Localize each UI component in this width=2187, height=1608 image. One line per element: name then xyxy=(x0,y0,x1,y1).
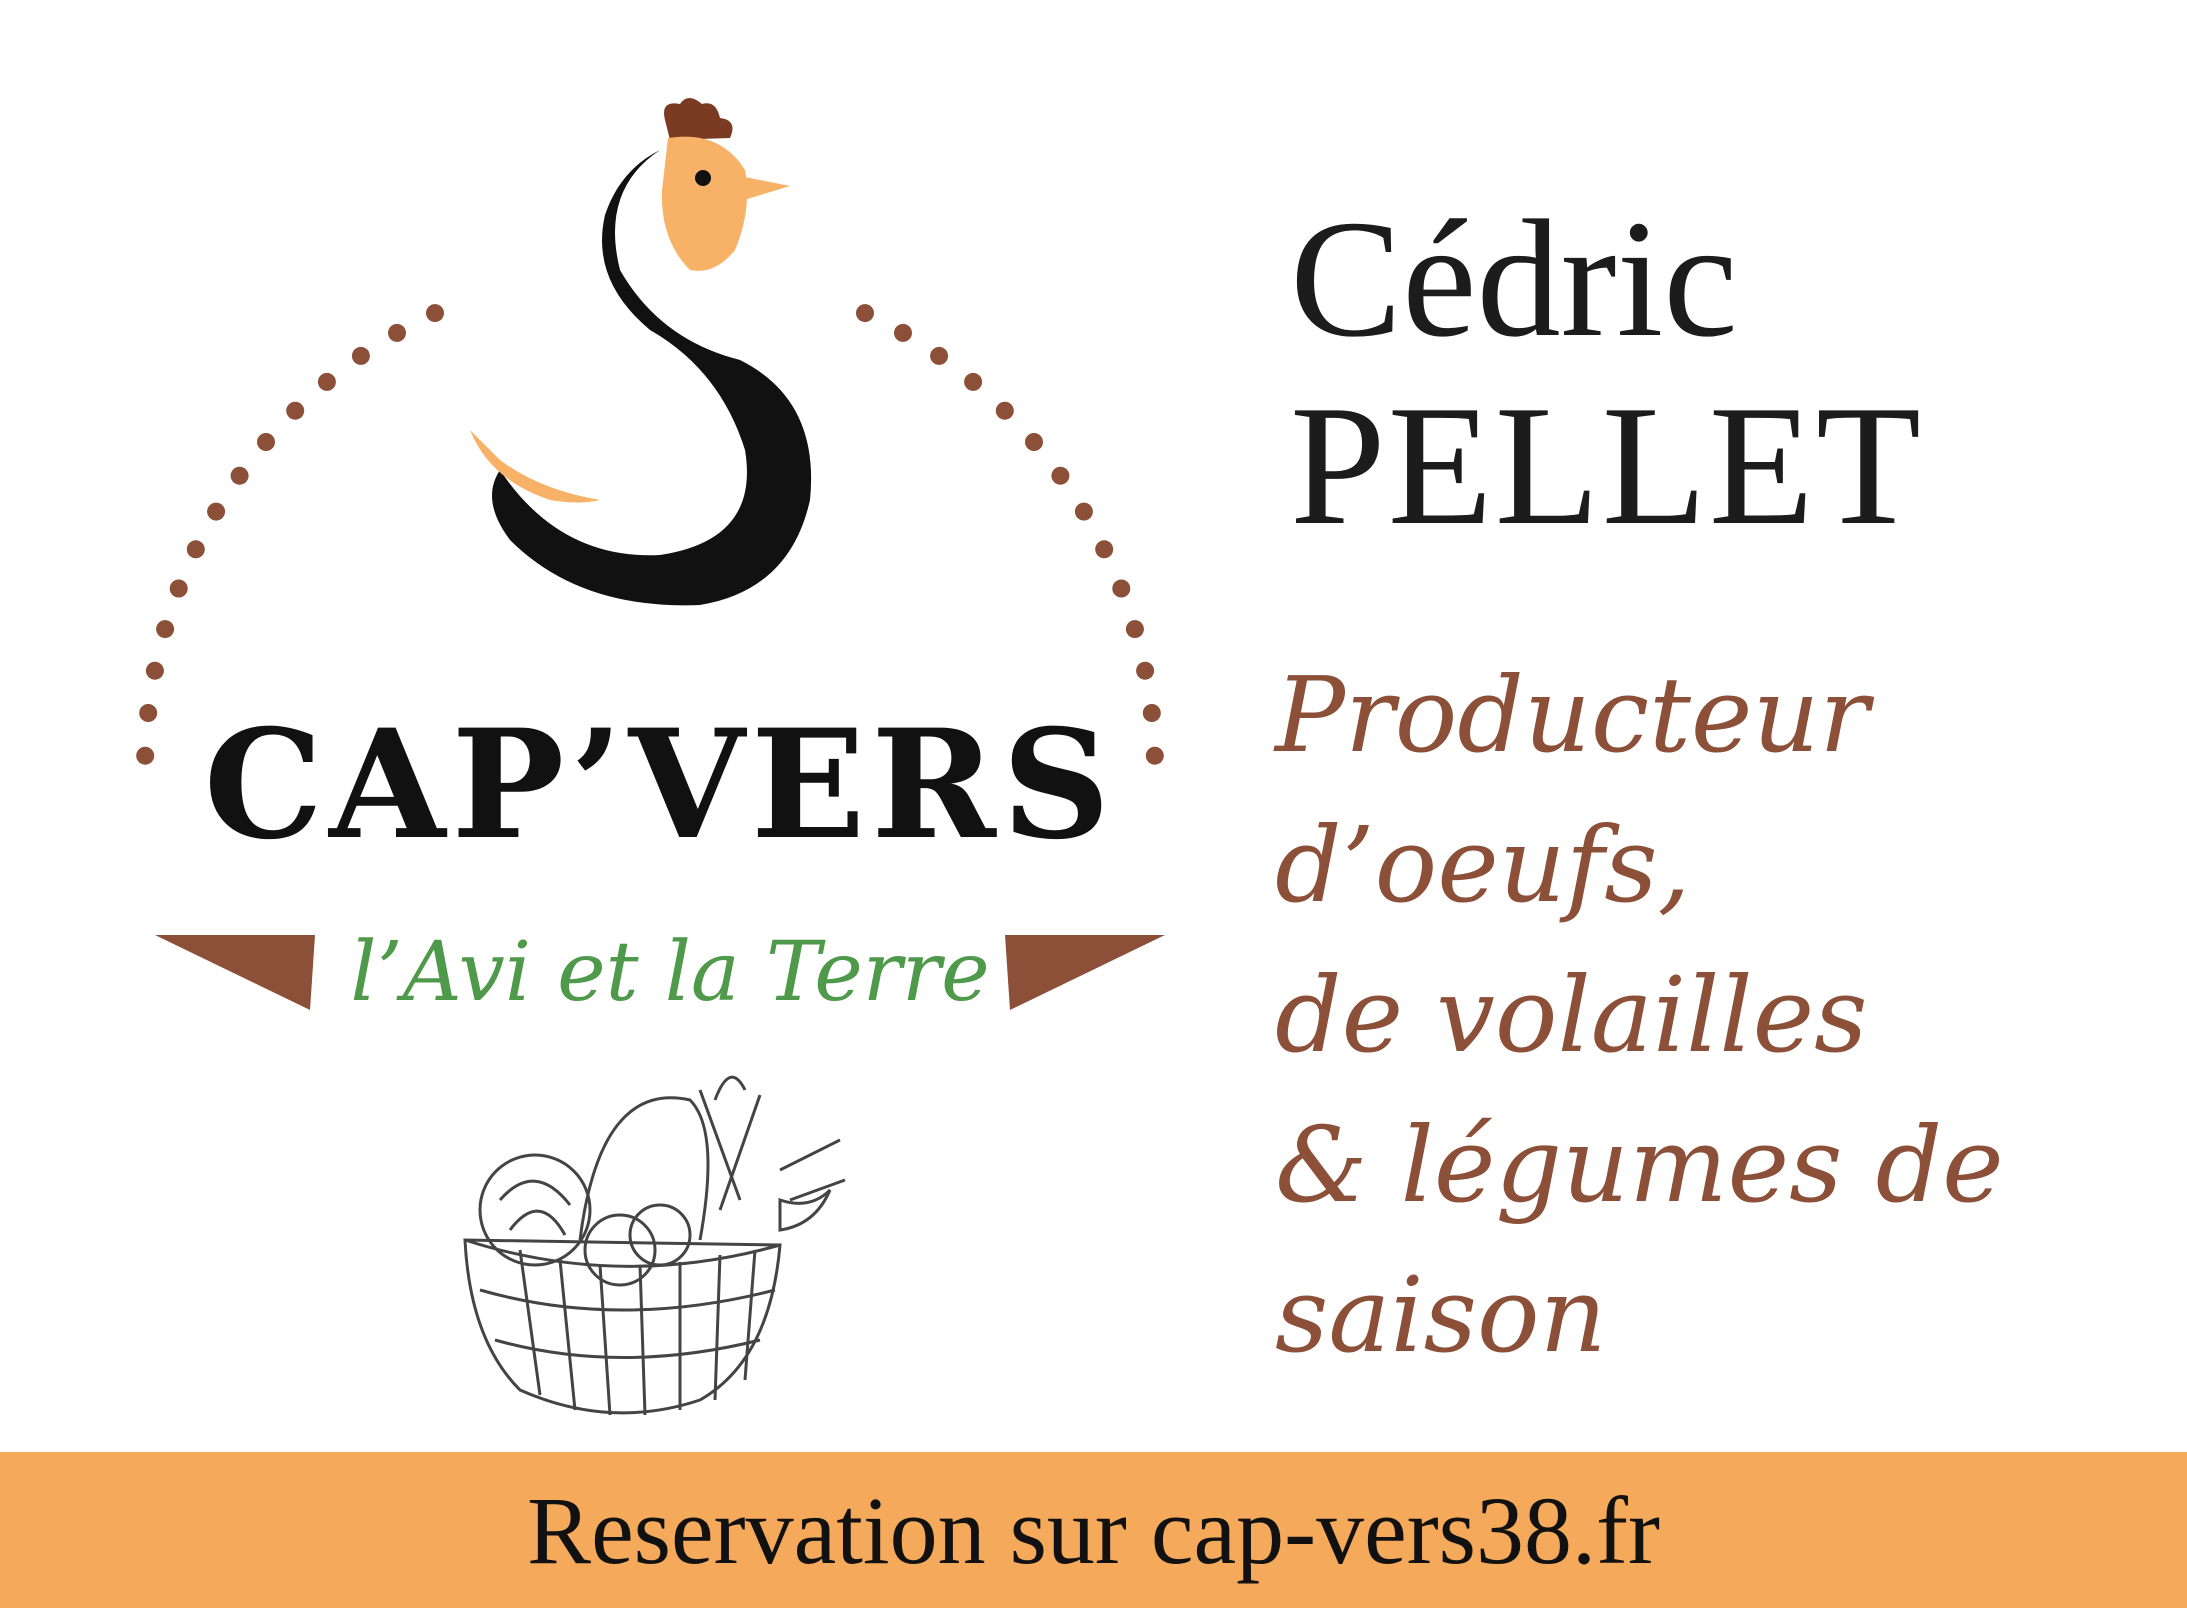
description-line: saison xyxy=(1275,1254,1607,1376)
brand-tagline: l’Avi et la Terre xyxy=(350,925,990,1020)
arc-dot xyxy=(169,579,188,598)
description-line: de volailles xyxy=(1275,954,1868,1076)
arc-dot xyxy=(1025,433,1043,451)
dotted-arc xyxy=(136,304,1164,765)
arc-dot xyxy=(1095,540,1114,559)
arc-dot xyxy=(145,661,164,680)
arc-dot xyxy=(894,323,912,342)
brand-name: CAP’VERS xyxy=(203,697,1117,873)
arc-dot xyxy=(856,304,874,323)
arc-dot xyxy=(1136,661,1155,680)
producer-description: Producteur d’oeufs, de volailles & légum… xyxy=(1275,640,2155,1390)
description-line: & légumes de xyxy=(1275,1104,2004,1226)
reservation-text: Reservation sur cap-vers38.fr xyxy=(527,1476,1660,1584)
arc-dot xyxy=(930,346,949,365)
vegetable-basket-icon xyxy=(463,1075,846,1416)
footer-banner: Reservation sur cap-vers38.fr xyxy=(0,1452,2187,1608)
description-line: d’oeufs, xyxy=(1275,804,1691,926)
arc-dot xyxy=(317,372,336,391)
arc-dot xyxy=(156,620,175,639)
arc-dot xyxy=(230,466,249,485)
producer-first-name: Cédric xyxy=(1290,186,1738,372)
arc-dot xyxy=(388,323,406,342)
description-line: Producteur xyxy=(1275,654,1870,776)
arc-dot xyxy=(1074,502,1093,521)
arc-dot xyxy=(1112,579,1131,598)
arc-dot xyxy=(1051,466,1070,485)
arc-dot xyxy=(995,401,1014,420)
rooster-icon xyxy=(470,98,812,606)
arc-dot xyxy=(186,540,205,559)
arc-dot xyxy=(207,502,226,521)
arc-dot xyxy=(1125,620,1144,639)
arc-dot xyxy=(286,401,305,420)
arc-dot xyxy=(257,433,275,451)
arc-dot xyxy=(426,304,444,323)
arc-dot xyxy=(964,372,983,391)
producer-last-name: PELLET xyxy=(1290,371,1923,561)
arc-dot xyxy=(351,346,370,365)
